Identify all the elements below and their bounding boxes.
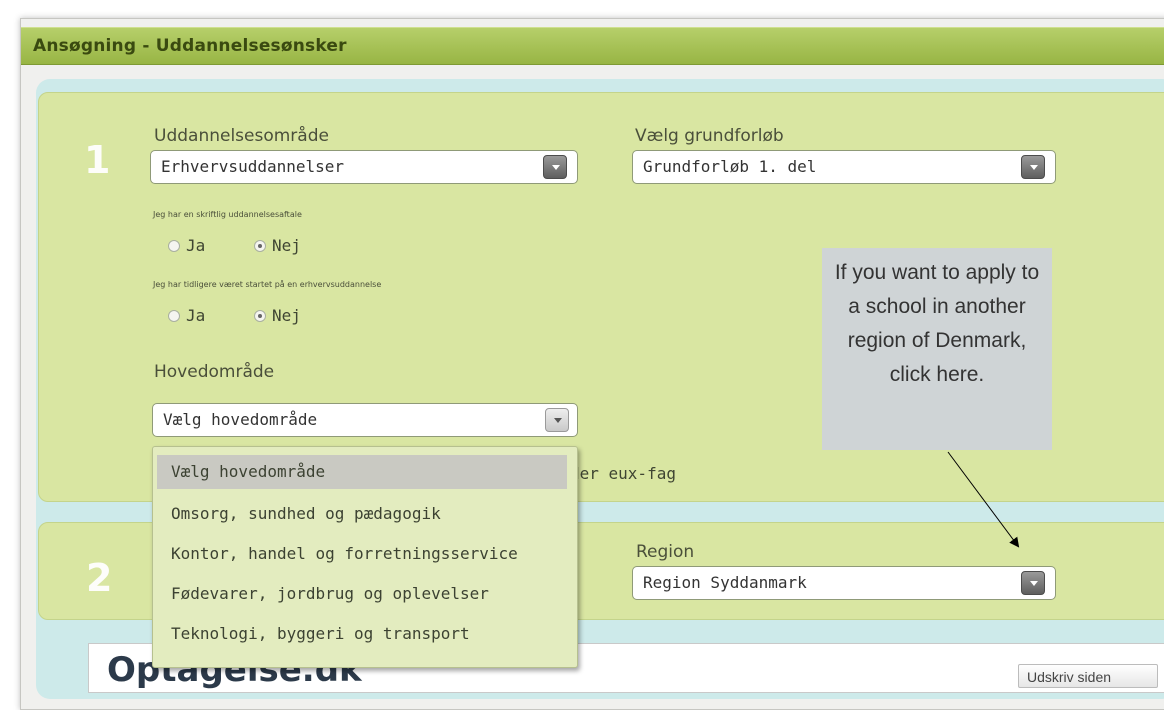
callout-arrow <box>947 451 1020 548</box>
arrow-line <box>947 451 1020 548</box>
